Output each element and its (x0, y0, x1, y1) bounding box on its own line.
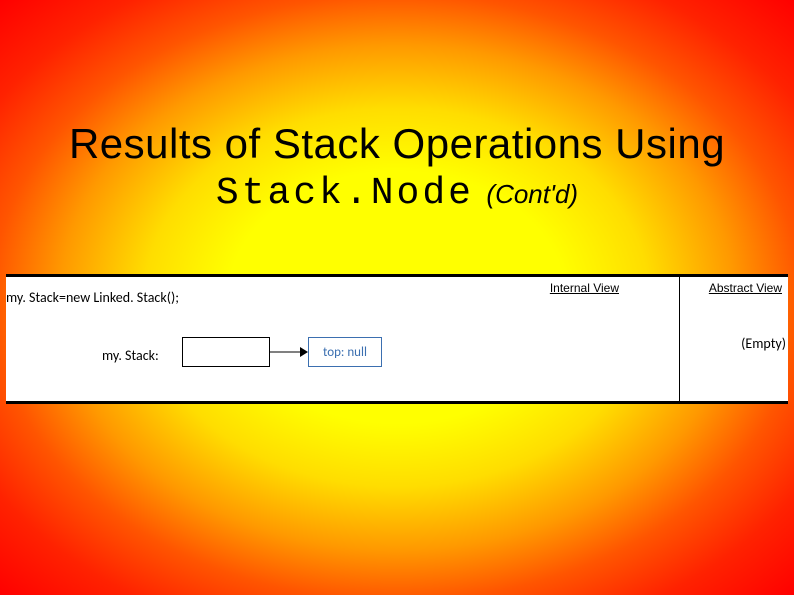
internal-view-column: Internal View my. Stack=new Linked. Stac… (6, 277, 680, 401)
title-line-2-row: Stack.Node (Cont'd) (0, 172, 794, 215)
top-null-box: top: null (308, 337, 382, 367)
internal-view-header: Internal View (550, 281, 619, 295)
slide-title-block: Results of Stack Operations Using Stack.… (0, 120, 794, 215)
variable-label: my. Stack: (102, 347, 159, 364)
title-contd: (Cont'd) (486, 179, 578, 209)
abstract-view-column: Abstract View (Empty) (680, 277, 788, 401)
title-line-1: Results of Stack Operations Using (0, 120, 794, 168)
reference-box (182, 337, 270, 367)
code-instantiation-line: my. Stack=new Linked. Stack(); (6, 289, 179, 306)
slide-frame: Results of Stack Operations Using Stack.… (0, 0, 794, 595)
title-stacknode: Stack.Node (216, 172, 474, 215)
diagram-panel: Internal View my. Stack=new Linked. Stac… (6, 274, 788, 404)
abstract-view-header: Abstract View (709, 281, 782, 295)
arrow-icon (270, 345, 308, 359)
empty-label: (Empty) (741, 335, 786, 352)
